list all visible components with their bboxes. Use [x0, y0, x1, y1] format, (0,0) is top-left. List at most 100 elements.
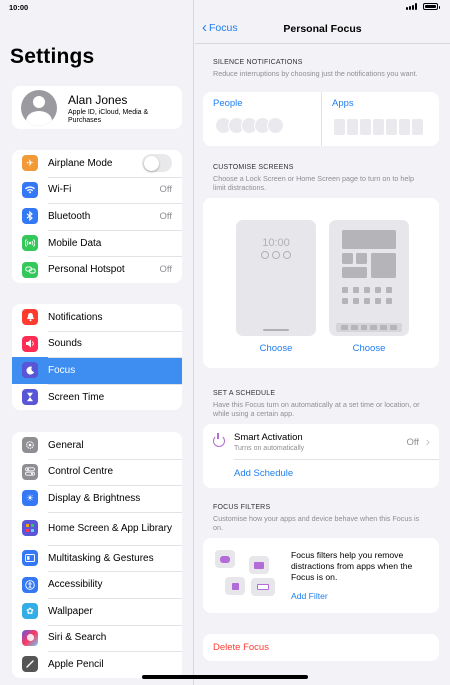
speaker-icon — [22, 335, 38, 352]
sidebar-item-accessibility[interactable]: Accessibility — [12, 571, 182, 598]
filters-description: Customise how your apps and device behav… — [213, 514, 420, 532]
sidebar-item-label: Sounds — [48, 338, 82, 350]
schedule-header: SET A SCHEDULE — [213, 390, 276, 397]
apps-button[interactable]: Apps — [322, 92, 439, 146]
smart-activation-subtitle: Turns on automatically — [234, 445, 305, 452]
sidebar-item-general[interactable]: General — [12, 432, 182, 459]
dock — [336, 323, 402, 332]
sidebar-item-apple-pencil[interactable]: Apple Pencil — [12, 651, 182, 678]
filters-body: Focus filters help you remove distractio… — [291, 550, 413, 582]
lock-screen-preview[interactable]: 10:00 — [236, 220, 316, 336]
sidebar-item-airplane-mode[interactable]: ✈ Airplane Mode — [12, 150, 182, 177]
bluetooth-value: Off — [159, 210, 173, 222]
sidebar-item-sounds[interactable]: Sounds — [12, 330, 182, 358]
accessibility-icon — [22, 576, 38, 593]
bell-icon — [22, 309, 38, 326]
bluetooth-icon — [22, 208, 38, 225]
sidebar-item-control-centre[interactable]: Control Centre — [12, 458, 182, 486]
airplane-mode-toggle[interactable] — [142, 154, 172, 173]
hotspot-icon — [22, 261, 38, 278]
grid-icon — [22, 520, 38, 537]
filters-card: Focus filters help you remove distractio… — [203, 538, 439, 613]
sidebar-item-wallpaper[interactable]: ✿ Wallpaper — [12, 597, 182, 625]
people-label: People — [213, 98, 243, 109]
widget-medium — [342, 267, 367, 278]
sidebar-item-label: Accessibility — [48, 579, 103, 591]
screens-header: CUSTOMISE SCREENS — [213, 164, 294, 171]
sidebar-item-label: Focus — [48, 364, 76, 376]
chevron-right-icon: › — [425, 434, 430, 449]
nav-title: Personal Focus — [283, 23, 362, 35]
sidebar-item-display-brightness[interactable]: ☀ Display & Brightness — [12, 485, 182, 512]
battery-icon — [423, 3, 440, 10]
smart-activation-row[interactable]: Smart Activation Turns on automatically … — [203, 426, 439, 457]
switches-icon — [22, 463, 38, 480]
sidebar-item-label: Multitasking & Gestures — [48, 552, 154, 564]
widget-square — [371, 253, 396, 278]
widget-small — [356, 253, 367, 264]
home-indicator[interactable] — [142, 675, 308, 679]
sidebar-item-label: Mobile Data — [48, 237, 102, 249]
sidebar-item-home-screen[interactable]: Home Screen & App Library — [12, 511, 182, 545]
focus-detail-pane: ‹ Focus Personal Focus SILENCE NOTIFICAT… — [195, 0, 450, 685]
delete-focus-button[interactable]: Delete Focus — [213, 642, 269, 653]
moon-icon — [22, 362, 38, 379]
wifi-icon — [22, 181, 38, 198]
choose-home-screen-button[interactable]: Choose — [329, 343, 409, 354]
sun-icon: ☀ — [22, 490, 38, 507]
home-bar — [263, 329, 289, 331]
schedule-card: Smart Activation Turns on automatically … — [203, 424, 439, 488]
silence-description: Reduce interruptions by choosing just th… — [213, 69, 418, 78]
apps-placeholder — [334, 119, 423, 135]
sidebar-item-wifi[interactable]: Wi-Fi Off — [12, 176, 182, 204]
sidebar-item-label: General — [48, 439, 84, 451]
sidebar-item-label: Screen Time — [48, 391, 105, 403]
power-icon — [213, 433, 225, 447]
widget-large — [342, 230, 396, 249]
people-placeholder — [215, 117, 284, 134]
lock-screen-time: 10:00 — [262, 237, 290, 249]
sidebar-item-screen-time[interactable]: Screen Time — [12, 383, 182, 411]
schedule-description: Have this Focus turn on automatically at… — [213, 400, 420, 418]
home-screen-preview[interactable] — [329, 220, 409, 336]
navigation-bar: ‹ Focus Personal Focus — [195, 16, 450, 44]
filters-illustration — [215, 550, 277, 598]
sidebar-item-label: Wallpaper — [48, 605, 93, 617]
page-title: Settings — [10, 45, 95, 68]
smart-activation-title: Smart Activation — [234, 432, 303, 443]
add-filter-button[interactable]: Add Filter — [291, 591, 328, 601]
sidebar-item-label: Control Centre — [48, 466, 114, 478]
app-icon-grid — [342, 287, 392, 304]
avatar — [21, 90, 57, 126]
apps-label: Apps — [332, 98, 354, 109]
sidebar-item-notifications[interactable]: Notifications — [12, 304, 182, 331]
silence-card: People Apps — [203, 92, 439, 146]
sidebar-item-label: Bluetooth — [48, 210, 91, 222]
sidebar-item-focus[interactable]: Focus — [12, 357, 182, 384]
sidebar-item-bluetooth[interactable]: Bluetooth Off — [12, 203, 182, 230]
message-icon — [215, 550, 235, 568]
pencil-icon — [22, 656, 38, 673]
sidebar-item-label: Airplane Mode — [48, 157, 113, 169]
delete-focus-card: Delete Focus — [203, 634, 439, 661]
sidebar-item-siri-search[interactable]: Siri & Search — [12, 624, 182, 652]
widget-small — [342, 253, 353, 264]
profile-name: Alan Jones — [68, 93, 128, 107]
sidebar-item-label: Display & Brightness — [48, 492, 141, 504]
flower-icon: ✿ — [22, 603, 38, 620]
profile-card[interactable]: Alan Jones Apple ID, iCloud, Media & Pur… — [12, 86, 182, 129]
screens-description: Choose a Lock Screen or Home Screen page… — [213, 174, 414, 192]
add-schedule-button[interactable]: Add Schedule — [234, 468, 293, 479]
sidebar-item-personal-hotspot[interactable]: Personal Hotspot Off — [12, 256, 182, 283]
status-bar: 10:00 — [0, 0, 450, 16]
sidebar-item-multitasking[interactable]: Multitasking & Gestures — [12, 544, 182, 572]
sidebar-item-mobile-data[interactable]: Mobile Data — [12, 229, 182, 257]
siri-icon — [22, 629, 38, 646]
choose-lock-screen-button[interactable]: Choose — [236, 343, 316, 354]
people-button[interactable]: People — [203, 92, 321, 146]
sidebar-item-label: Siri & Search — [48, 632, 107, 644]
wifi-value: Off — [159, 184, 173, 196]
silence-header: SILENCE NOTIFICATIONS — [213, 59, 303, 66]
schedule-divider — [234, 459, 439, 460]
system-group: General Control Centre ☀ Display & Brigh… — [12, 432, 182, 678]
